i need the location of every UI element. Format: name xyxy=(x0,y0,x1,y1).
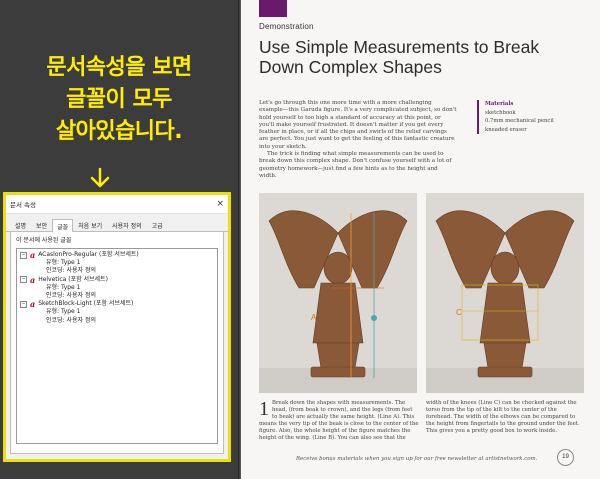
line-a-label: A xyxy=(311,313,317,322)
left-panel: 문서속성을 보면 글꼴이 모두 살아있습니다. 문서 속성 × 설명 보안 글꼴… xyxy=(0,0,238,479)
materials-box: Materials sketchbook 0.7mm mechanical pe… xyxy=(477,100,585,134)
material-item: 0.7mm mechanical pencil xyxy=(485,118,554,124)
materials-heading: Materials xyxy=(485,101,514,107)
dialog-tabs: 설명 보안 글꼴 처음 보기 사용자 정의 고급 xyxy=(6,214,228,232)
material-item: kneaded eraser xyxy=(485,126,527,133)
font-type: 유형: Type 1 xyxy=(46,283,81,291)
tab-fonts[interactable]: 글꼴 xyxy=(52,219,74,232)
collapse-icon[interactable]: − xyxy=(20,251,27,259)
font-icon: a xyxy=(30,250,36,260)
section-marker xyxy=(259,0,287,17)
garuda-figure-illustration: C xyxy=(426,193,584,393)
overlay-caption: 문서속성을 보면 글꼴이 모두 살아있습니다. xyxy=(0,52,238,148)
garuda-figure-illustration: A xyxy=(259,193,417,393)
arrow-down-icon xyxy=(90,167,110,188)
tab-advanced[interactable]: 고급 xyxy=(147,218,168,231)
tab-description[interactable]: 설명 xyxy=(10,218,31,231)
font-tree[interactable]: − a ACaslonPro-Regular (포함 서브세트) 유형: Type … xyxy=(16,248,218,444)
page-number: 19 xyxy=(557,449,574,466)
step-caption-right: width of the knees (Line C) can be check… xyxy=(426,400,580,435)
tab-initial-view[interactable]: 처음 보기 xyxy=(73,218,107,231)
tab-security[interactable]: 보안 xyxy=(31,218,52,231)
line-c-label: C xyxy=(456,308,462,317)
photo-row: A C xyxy=(259,193,584,393)
step-caption-left: 1 Break down the shapes with measurement… xyxy=(259,398,419,443)
footer-text: Receive bonus materials when you sign up… xyxy=(296,456,538,462)
section-label: Demonstration xyxy=(259,22,314,31)
caption-line: 살아있습니다. xyxy=(55,119,183,144)
page-title: Use Simple Measurements to Break Down Co… xyxy=(259,37,540,77)
book-page: Demonstration Use Simple Measurements to… xyxy=(241,0,600,479)
garuda-photo-a: A xyxy=(259,193,417,393)
fonts-heading: 이 문서에 사용된 글꼴 xyxy=(16,237,72,244)
font-item[interactable]: − a ACaslonPro-Regular (포함 서브세트) 유형: Type … xyxy=(20,251,214,276)
dialog-title: 문서 속성 xyxy=(10,201,36,209)
font-encoding: 인코딩: 사용자 정의 xyxy=(46,267,96,275)
caption-line: 문서속성을 보면 xyxy=(46,55,192,80)
font-encoding: 인코딩: 사용자 정의 xyxy=(46,292,96,300)
material-item: sketchbook xyxy=(485,109,516,116)
font-name: Helvetica (포함 서브세트) xyxy=(38,275,108,283)
dialog-body: 이 문서에 사용된 글꼴 − a ACaslonPro-Regular (포함 서브… xyxy=(10,232,224,454)
font-item[interactable]: − a SketchBlock-Light (포함 서브세트) 유형: Type 1… xyxy=(20,300,214,325)
collapse-icon[interactable]: − xyxy=(20,300,27,308)
font-item[interactable]: − a Helvetica (포함 서브세트) 유형: Type 1 인코딩: 사용… xyxy=(20,274,214,301)
caption-text: Break down the shapes with measurements.… xyxy=(259,400,419,442)
intro-paragraph: The trick is finding what simple measure… xyxy=(259,151,452,179)
document-properties-dialog: 문서 속성 × 설명 보안 글꼴 처음 보기 사용자 정의 고급 이 문서에 사… xyxy=(6,195,228,459)
font-name: ACaslonPro-Regular (포함 서브세트) xyxy=(38,251,139,258)
font-encoding: 인코딩: 사용자 정의 xyxy=(46,316,96,324)
intro-paragraph: Let's go through this one more time with… xyxy=(259,100,457,150)
font-icon: a xyxy=(30,274,36,285)
step-number: 1 xyxy=(259,398,269,420)
garuda-photo-b: C xyxy=(426,193,584,393)
highlight-frame: 문서 속성 × 설명 보안 글꼴 처음 보기 사용자 정의 고급 이 문서에 사… xyxy=(3,192,231,462)
font-type: 유형: Type 1 xyxy=(46,308,81,316)
tab-custom[interactable]: 사용자 정의 xyxy=(107,218,147,231)
close-icon[interactable]: × xyxy=(216,199,224,209)
dialog-titlebar[interactable]: 문서 속성 × xyxy=(6,195,228,214)
collapse-icon[interactable]: − xyxy=(20,276,27,284)
intro-text: Let's go through this one more time with… xyxy=(259,100,457,180)
caption-line: 글꼴이 모두 xyxy=(66,87,172,112)
font-icon: a xyxy=(30,299,36,310)
